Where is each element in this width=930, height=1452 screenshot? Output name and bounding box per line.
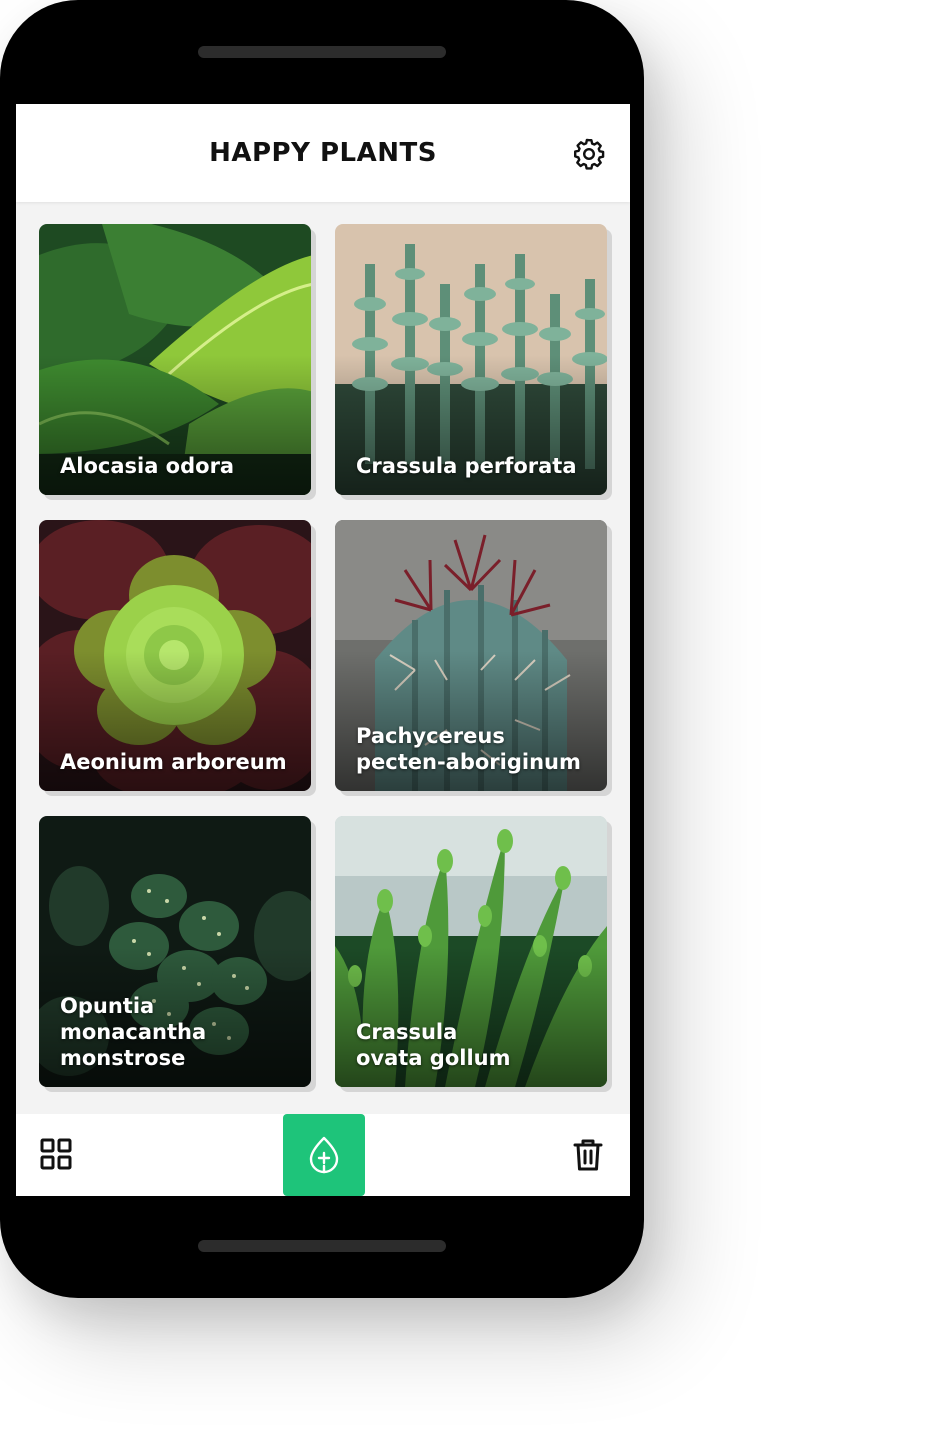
plant-card[interactable]: Aeonium arboreum <box>39 520 311 791</box>
plant-card[interactable]: Crassula ovata gollum <box>335 816 607 1087</box>
plant-card[interactable]: Alocasia odora <box>39 224 311 495</box>
plant-name: Aeonium arboreum <box>60 750 287 774</box>
trash-icon <box>573 1139 603 1171</box>
phone-frame: HAPPY PLANTS Alocasia odora Crassula per… <box>0 0 644 1298</box>
leaf-plus-icon <box>309 1136 339 1174</box>
plant-card[interactable]: Pachycereus pecten-aboriginum <box>335 520 607 791</box>
settings-button[interactable] <box>571 136 607 172</box>
plant-name: Crassula perforata <box>356 454 577 478</box>
home-indicator <box>198 1240 446 1252</box>
grid-view-button[interactable] <box>38 1136 74 1174</box>
plant-name: Pachycereus pecten-aboriginum <box>356 724 581 774</box>
grid-view-icon <box>40 1138 72 1170</box>
plant-card[interactable]: Crassula perforata <box>335 224 607 495</box>
plant-card[interactable]: Opuntia monacantha monstrose <box>39 816 311 1087</box>
delete-button[interactable] <box>572 1138 606 1172</box>
gear-icon <box>574 138 605 170</box>
plant-name: Alocasia odora <box>60 454 235 478</box>
plant-name: Crassula ovata gollum <box>356 1020 511 1070</box>
app-header: HAPPY PLANTS <box>16 104 630 202</box>
plant-name: Opuntia monacantha monstrose <box>60 994 207 1070</box>
page-title: HAPPY PLANTS <box>209 138 437 168</box>
bottom-nav <box>16 1114 630 1196</box>
app-screen: HAPPY PLANTS Alocasia odora Crassula per… <box>16 104 630 1196</box>
speaker-grille <box>198 46 446 58</box>
add-plant-button[interactable] <box>283 1114 365 1196</box>
